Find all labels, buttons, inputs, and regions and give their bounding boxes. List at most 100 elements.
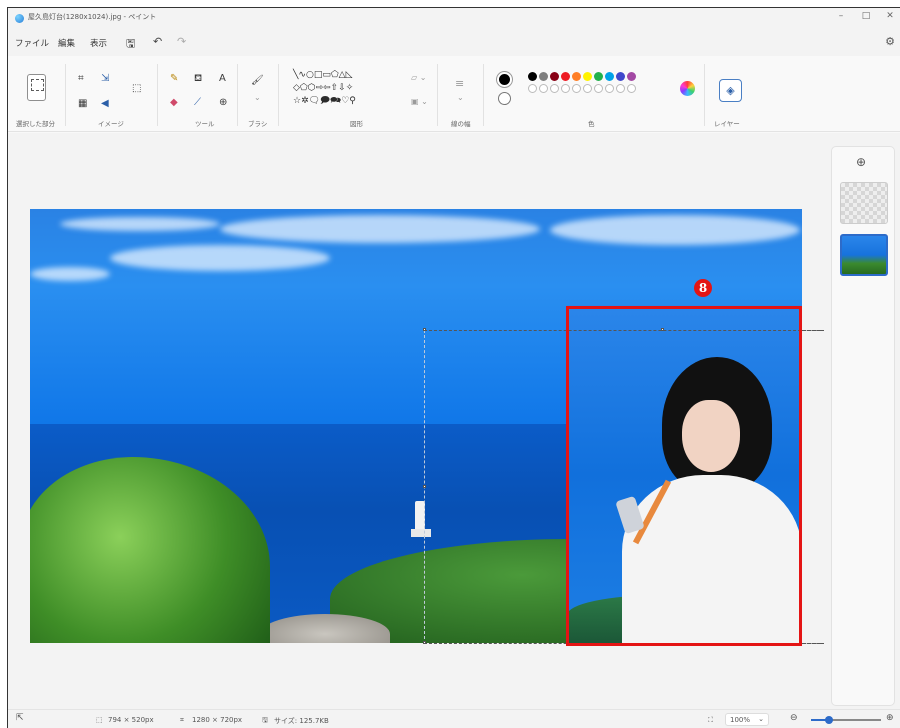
ribbon-divider	[437, 64, 438, 126]
secondary-color[interactable]	[498, 92, 511, 105]
file-size: サイズ: 125.7KB	[274, 717, 329, 725]
save-icon[interactable]: 🖫	[126, 35, 135, 54]
zoom-dropdown[interactable]: 100% ⌄	[725, 713, 769, 726]
canvas-workspace[interactable]: 8 ⊕	[8, 133, 900, 709]
line-width-icon[interactable]: ≡	[455, 78, 464, 89]
pencil-icon[interactable]: ✎	[170, 74, 178, 84]
custom-color-swatch[interactable]	[616, 84, 625, 93]
group-label-selection: 選択した部分	[16, 120, 55, 128]
layers-button[interactable]: ◈	[719, 79, 742, 102]
group-label-line-width: 線の幅	[451, 120, 471, 128]
edit-colors-icon[interactable]	[680, 81, 695, 96]
color-swatch[interactable]	[550, 72, 559, 81]
select-tool-button[interactable]	[27, 74, 46, 101]
magnifier-icon[interactable]: ⊕	[219, 98, 227, 108]
resize-handle[interactable]	[423, 641, 426, 644]
custom-color-swatch[interactable]	[550, 84, 559, 93]
group-label-image: イメージ	[98, 120, 124, 128]
zoom-value: 100%	[730, 716, 751, 724]
highlight-box	[566, 306, 802, 646]
color-swatch[interactable]	[528, 72, 537, 81]
ribbon-divider	[157, 64, 158, 126]
settings-icon[interactable]: ⚙	[885, 35, 895, 48]
color-swatch[interactable]	[616, 72, 625, 81]
selection-edge	[802, 330, 824, 331]
shape-outline-icon[interactable]: ▱ ⌄	[411, 74, 426, 82]
add-layer-icon[interactable]: ⊕	[856, 155, 866, 169]
title-bar: 屋久島灯台(1280x1024).jpg - ペイント – □ ✕	[8, 8, 900, 30]
custom-color-swatch[interactable]	[605, 84, 614, 93]
remove-background-icon[interactable]: ⬚	[132, 84, 141, 94]
color-swatch[interactable]	[539, 72, 548, 81]
layers-panel: ⊕	[831, 146, 895, 706]
cloud	[60, 217, 220, 231]
menu-edit[interactable]: 編集	[58, 37, 75, 49]
brush-icon[interactable]: 🖌	[251, 76, 264, 86]
status-bar: ⇱ ⬚ 794 × 520px ⌗ 1280 × 720px 🖫 サイズ: 12…	[8, 709, 900, 728]
step-badge: 8	[694, 279, 712, 297]
eraser-icon[interactable]: ◆	[170, 98, 178, 108]
shapes-row[interactable]: ◇⬠⬡⇨⇦⇧⇩✧	[293, 82, 403, 95]
chevron-down-icon: ⌄	[758, 715, 764, 723]
color-swatch[interactable]	[627, 72, 636, 81]
resize-handle[interactable]	[423, 485, 426, 488]
zoom-slider-knob[interactable]	[824, 716, 833, 724]
rotate-icon[interactable]: ◀	[101, 99, 109, 109]
color-swatch[interactable]	[605, 72, 614, 81]
zoom-in-icon[interactable]: ⊕	[886, 713, 894, 723]
zoom-slider[interactable]	[811, 716, 881, 724]
layer-thumbnail-empty[interactable]	[840, 182, 888, 224]
custom-color-swatch[interactable]	[528, 84, 537, 93]
color-swatch[interactable]	[583, 72, 592, 81]
pointer-icon: ⇱	[16, 713, 24, 723]
custom-color-swatch[interactable]	[572, 84, 581, 93]
group-label-layers: レイヤー	[714, 120, 740, 128]
image-select-icon[interactable]: ▦	[78, 99, 87, 109]
chevron-down-icon[interactable]: ⌄	[457, 94, 464, 102]
zoom-out-icon[interactable]: ⊖	[790, 713, 798, 723]
close-button[interactable]: ✕	[880, 11, 900, 21]
group-label-brush: ブラシ	[248, 120, 268, 128]
menu-view[interactable]: 表示	[90, 37, 107, 49]
group-label-colors: 色	[588, 120, 595, 128]
ribbon-divider	[704, 64, 705, 126]
primary-color[interactable]	[497, 72, 512, 87]
window-title: 屋久島灯台(1280x1024).jpg - ペイント	[28, 13, 157, 21]
custom-color-swatch[interactable]	[561, 84, 570, 93]
ribbon-divider	[483, 64, 484, 126]
color-swatch[interactable]	[594, 72, 603, 81]
fill-bucket-icon[interactable]: ⛾	[194, 74, 202, 84]
selection-edge	[802, 643, 824, 644]
custom-color-swatch[interactable]	[594, 84, 603, 93]
shapes-row[interactable]: ╲∿○□▭⬠△◺	[293, 69, 403, 82]
minimize-button[interactable]: –	[831, 11, 851, 21]
shape-fill-icon[interactable]: ▣ ⌄	[411, 98, 428, 106]
color-swatch[interactable]	[561, 72, 570, 81]
chevron-down-icon[interactable]: ⌄	[254, 94, 261, 102]
ribbon-divider	[278, 64, 279, 126]
shapes-gallery[interactable]: ╲∿○□▭⬠△◺ ◇⬠⬡⇨⇦⇧⇩✧ ☆✲🗨🗩🗪♡⚲	[293, 69, 403, 113]
redo-icon[interactable]: ↷	[177, 35, 186, 48]
text-tool-icon[interactable]: A	[219, 74, 226, 84]
crop-icon[interactable]: ⌗	[78, 74, 84, 84]
custom-color-swatch[interactable]	[583, 84, 592, 93]
custom-color-swatch[interactable]	[539, 84, 548, 93]
group-label-shapes: 図形	[350, 120, 363, 128]
cloud	[30, 267, 110, 281]
color-swatch[interactable]	[572, 72, 581, 81]
fit-to-window-icon[interactable]: ⛶	[708, 716, 713, 725]
resize-icon[interactable]: ⇲	[101, 74, 109, 84]
shapes-row[interactable]: ☆✲🗨🗩🗪♡⚲	[293, 95, 403, 108]
color-picker-icon[interactable]: ⟋	[194, 98, 201, 108]
menu-file[interactable]: ファイル	[15, 37, 49, 49]
group-label-tools: ツール	[195, 120, 215, 128]
cloud	[550, 215, 800, 245]
layer-thumbnail-photo[interactable]	[840, 234, 888, 276]
ribbon-divider	[65, 64, 66, 126]
undo-icon[interactable]: ↶	[153, 35, 162, 48]
maximize-button[interactable]: □	[856, 11, 876, 21]
selection-size: 794 × 520px	[108, 716, 154, 724]
custom-color-swatch[interactable]	[627, 84, 636, 93]
resize-handle[interactable]	[423, 328, 426, 331]
paint-window: 屋久島灯台(1280x1024).jpg - ペイント – □ ✕ ファイル 編…	[7, 7, 900, 728]
